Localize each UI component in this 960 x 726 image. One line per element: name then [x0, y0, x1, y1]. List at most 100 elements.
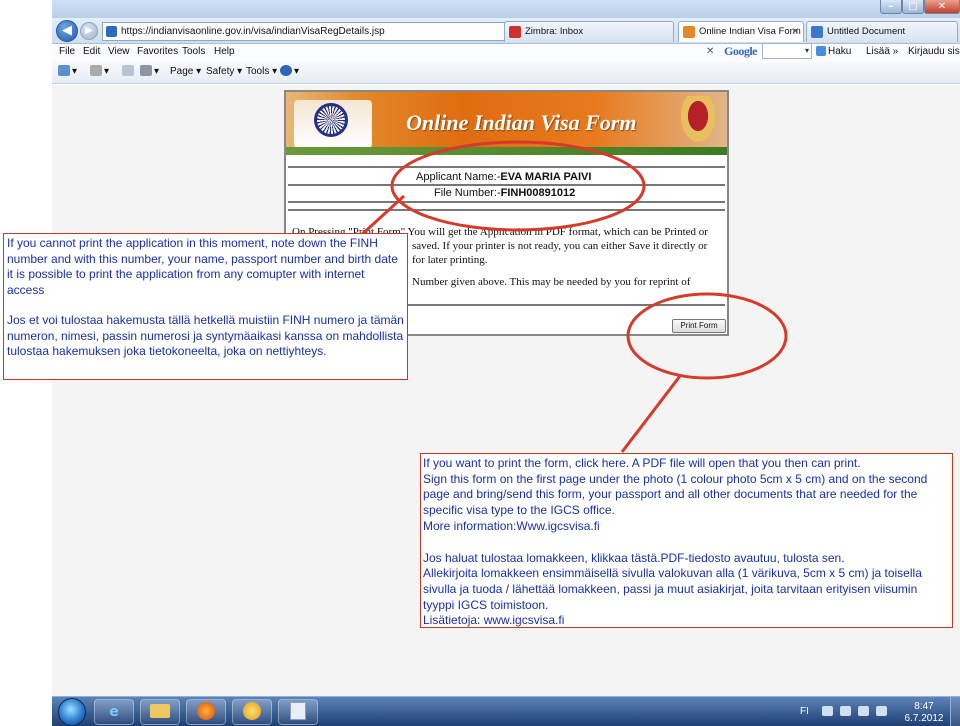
navigation-bar: ◀ ▶ https://indianvisaonline.gov.in/visa… — [52, 18, 960, 44]
divider — [288, 209, 725, 211]
file-number-label: File Number:- — [434, 187, 501, 199]
visa-form-banner: Online Indian Visa Form — [286, 92, 727, 155]
help-icon — [280, 65, 292, 76]
applicant-name-label: Applicant Name:- — [416, 171, 501, 183]
screen: – □ ✕ ◀ ▶ https://indianvisaonline.gov.i… — [0, 0, 960, 726]
back-button[interactable]: ◀ — [56, 20, 78, 42]
site-favicon-icon — [106, 26, 117, 37]
menu-edit[interactable]: Edit — [83, 44, 100, 60]
forward-button[interactable]: ▶ — [80, 22, 98, 40]
applicant-name: Applicant Name:-EVA MARIA PAIVI — [416, 171, 591, 183]
menu-help[interactable]: Help — [214, 44, 235, 60]
note-right-finnish-1: Jos haluat tulostaa lomakkeen, klikkaa t… — [423, 550, 845, 565]
zimbra-icon — [509, 26, 521, 38]
divider — [288, 201, 725, 203]
annotation-note-left: If you cannot print the application in t… — [3, 233, 408, 380]
tools-menu-label: Tools — [246, 66, 270, 77]
taskbar-file-explorer[interactable] — [140, 699, 180, 725]
visa-form-title: Online Indian Visa Form — [406, 110, 637, 135]
note-right-english-3: More information:Www.igcsvisa.fi — [423, 518, 600, 533]
search-icon — [816, 46, 826, 56]
tab-online-indian-visa-form[interactable]: Online Indian Visa Form ✕ — [678, 21, 804, 42]
tray-expand-icon[interactable] — [822, 706, 833, 716]
help-button[interactable]: ▾ — [280, 62, 299, 82]
feeds-button[interactable]: ▾ — [90, 62, 109, 82]
note-left-finnish: Jos et voi tulostaa hakemusta tällä hetk… — [7, 313, 404, 358]
ashoka-chakra-icon — [314, 103, 348, 137]
system-clock[interactable]: 8:47 6.7.2012 — [904, 701, 944, 725]
tab-untitled-document[interactable]: Untitled Document — [806, 21, 958, 42]
close-window-button[interactable]: ✕ — [924, 0, 960, 14]
folder-icon — [150, 704, 170, 718]
google-logo: Google — [724, 44, 758, 58]
tab-label: Untitled Document — [827, 26, 906, 37]
divider — [288, 184, 725, 186]
flag-icon[interactable] — [840, 706, 851, 716]
home-button[interactable]: ▾ — [58, 62, 77, 82]
print-button[interactable]: ▾ — [140, 62, 159, 82]
document-app-icon — [290, 702, 306, 720]
volume-icon[interactable] — [876, 706, 887, 716]
haku-search-button[interactable]: Haku — [816, 44, 851, 60]
note-right-finnish-3: Lisätietoja: www.igcsvisa.fi — [423, 613, 565, 628]
taskbar-app-circle[interactable] — [232, 699, 272, 725]
note-left-english: If you cannot print the application in t… — [7, 236, 398, 297]
annotation-note-right: If you want to print the form, click her… — [420, 453, 953, 628]
print-form-button[interactable]: Print Form — [672, 319, 726, 333]
page-menu-label: Page — [170, 66, 194, 77]
tab-zimbra-inbox[interactable]: Zimbra: Inbox — [504, 21, 674, 42]
haku-label: Haku — [828, 46, 852, 57]
tools-menu[interactable]: Tools ▾ — [246, 62, 277, 82]
language-indicator[interactable]: FI — [800, 706, 809, 717]
file-number-value: FINH00891012 — [500, 187, 576, 199]
address-bar[interactable]: https://indianvisaonline.gov.in/visa/ind… — [102, 22, 550, 41]
address-url: https://indianvisaonline.gov.in/visa/ind… — [121, 26, 385, 37]
more-button[interactable]: Lisää » — [866, 44, 898, 60]
divider — [288, 166, 725, 168]
taskbar: e FI 8:47 6.7.2012 — [52, 696, 960, 726]
tab-label: Zimbra: Inbox — [525, 26, 584, 37]
menu-view[interactable]: View — [108, 44, 130, 60]
internet-explorer-icon: e — [109, 704, 119, 720]
search-input[interactable]: ▾ — [762, 43, 812, 59]
note-right-english-2: Sign this form on the first page under t… — [423, 471, 928, 518]
show-desktop-button[interactable] — [950, 697, 960, 726]
note-right-finnish-2: Allekirjoita lomakkeen ensimmäisellä siv… — [423, 566, 922, 612]
menu-tools[interactable]: Tools — [182, 44, 205, 60]
tab-label: Online Indian Visa Form — [699, 26, 801, 37]
file-number: File Number:-FINH00891012 — [434, 187, 575, 199]
maximize-button[interactable]: □ — [902, 0, 924, 14]
national-emblem-icon — [678, 96, 718, 146]
clock-time: 8:47 — [914, 701, 934, 712]
feeds-icon — [90, 65, 102, 76]
applicant-name-value: EVA MARIA PAIVI — [500, 171, 592, 183]
printer-icon — [140, 65, 152, 76]
mail-icon — [122, 65, 134, 76]
network-icon[interactable] — [858, 706, 869, 716]
taskbar-document-app[interactable] — [278, 699, 318, 725]
page-menu[interactable]: Page ▾ — [170, 62, 201, 82]
mail-button[interactable] — [122, 62, 136, 82]
close-tab-icon[interactable]: ✕ — [706, 44, 714, 60]
taskbar-internet-explorer[interactable]: e — [94, 699, 134, 725]
window-titlebar: – □ ✕ — [52, 0, 960, 18]
green-strip — [286, 147, 727, 155]
minimize-button[interactable]: – — [880, 0, 902, 14]
taskbar-firefox[interactable] — [186, 699, 226, 725]
tab-close-icon[interactable]: ✕ — [791, 22, 799, 41]
command-bar: ▾ ▾ ▾ Page ▾ Safety ▾ Tools ▾ ▾ — [52, 62, 960, 84]
safety-menu-label: Safety — [206, 66, 235, 77]
firefox-icon — [197, 702, 215, 720]
start-button[interactable] — [58, 698, 86, 726]
clock-date: 6.7.2012 — [904, 713, 944, 724]
menu-favorites[interactable]: Favorites — [137, 44, 178, 60]
app-circle-icon — [243, 702, 261, 720]
visa-site-icon — [683, 26, 695, 38]
safety-menu[interactable]: Safety ▾ — [206, 62, 242, 82]
note-right-english-1: If you want to print the form, click her… — [423, 456, 861, 470]
sign-in-link[interactable]: Kirjaudu sisää — [908, 44, 960, 60]
menu-file[interactable]: File — [59, 44, 75, 60]
home-icon — [58, 65, 70, 76]
document-icon — [811, 26, 823, 38]
